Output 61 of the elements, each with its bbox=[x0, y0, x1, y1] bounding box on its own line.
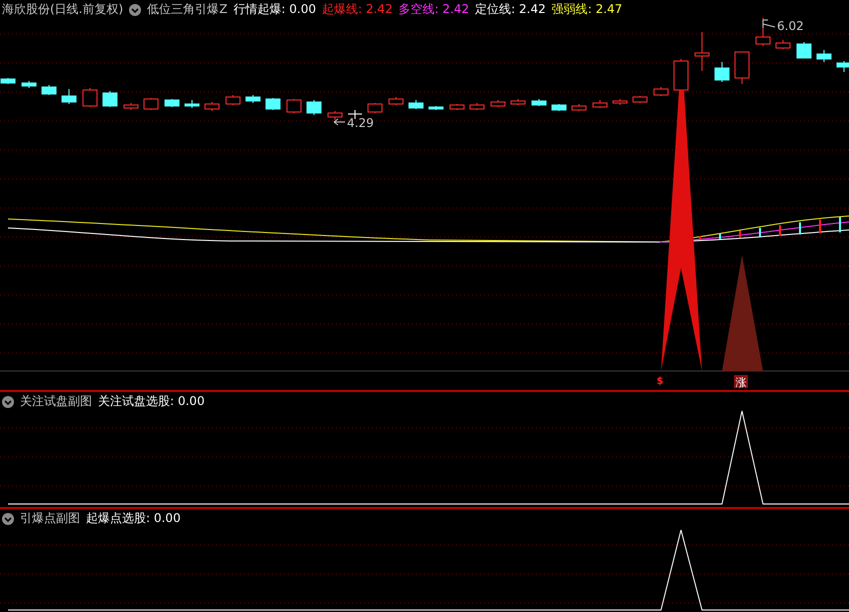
candlestick bbox=[756, 18, 770, 46]
arrow-icon bbox=[334, 118, 346, 126]
candlestick bbox=[776, 40, 790, 50]
indicator-reading: 定位线: 2.42 bbox=[475, 1, 546, 18]
candlestick bbox=[348, 110, 362, 120]
candlestick bbox=[592, 100, 608, 108]
candlestick bbox=[796, 42, 812, 58]
candlestick bbox=[632, 96, 648, 104]
candlestick bbox=[714, 62, 730, 82]
arrow-icon bbox=[762, 20, 776, 28]
indicator-reading: 强弱线: 2.47 bbox=[552, 1, 622, 18]
panel-reading: 起爆点选股: 0.00 bbox=[86, 510, 181, 527]
candlestick bbox=[204, 102, 220, 112]
candlestick bbox=[836, 60, 849, 72]
candlestick bbox=[470, 102, 484, 110]
candlestick bbox=[428, 106, 444, 110]
indicator-reading: 行情起爆: 0.00 bbox=[233, 1, 316, 18]
candlestick bbox=[144, 98, 158, 110]
chevron-circle-icon[interactable] bbox=[2, 396, 14, 408]
candlestick bbox=[450, 104, 464, 110]
candlestick bbox=[816, 50, 832, 62]
candlestick bbox=[368, 102, 382, 114]
candlestick bbox=[572, 104, 586, 112]
indicator-reading: 起爆线: 2.42 bbox=[322, 1, 393, 18]
candlestick bbox=[694, 32, 710, 72]
candlestick bbox=[552, 104, 566, 112]
candlestick bbox=[510, 98, 526, 106]
chevron-circle-icon[interactable] bbox=[2, 512, 14, 524]
candlestick bbox=[246, 94, 260, 104]
candlestick bbox=[654, 86, 668, 96]
candlestick bbox=[164, 98, 180, 108]
candlestick bbox=[532, 98, 546, 106]
candlestick bbox=[184, 100, 200, 108]
panel-title: 引爆点副图 bbox=[20, 510, 80, 527]
high-price-label: 6.02 bbox=[777, 19, 804, 33]
indicator-name: 低位三角引爆Z bbox=[147, 1, 228, 18]
candlestick bbox=[286, 98, 302, 114]
candlestick bbox=[226, 94, 240, 106]
candlestick bbox=[734, 52, 750, 84]
rise-badge: 涨 bbox=[734, 375, 748, 388]
candlestick bbox=[266, 98, 280, 110]
candlestick bbox=[22, 80, 36, 88]
dollar-marker: $ bbox=[656, 376, 664, 387]
chevron-circle-icon[interactable] bbox=[129, 4, 142, 16]
low-price-label: 4.29 bbox=[347, 116, 374, 130]
candlestick bbox=[62, 88, 76, 104]
stock-title: 海欣股份(日线.前复权) bbox=[2, 1, 124, 18]
indicator-reading: 多空线: 2.42 bbox=[398, 1, 470, 18]
candlestick bbox=[328, 110, 342, 120]
candlestick bbox=[0, 78, 16, 84]
candlestick bbox=[388, 96, 404, 106]
candlestick bbox=[124, 102, 138, 110]
panel-title: 关注试盘副图 bbox=[20, 393, 92, 410]
candlestick bbox=[408, 100, 424, 110]
candlestick bbox=[82, 88, 98, 108]
panel-reading: 关注试盘选股: 0.00 bbox=[98, 393, 205, 410]
candlestick bbox=[102, 90, 118, 108]
candlestick bbox=[490, 100, 506, 108]
candlestick bbox=[674, 58, 688, 92]
candlestick bbox=[306, 100, 322, 116]
candlestick bbox=[42, 84, 56, 96]
